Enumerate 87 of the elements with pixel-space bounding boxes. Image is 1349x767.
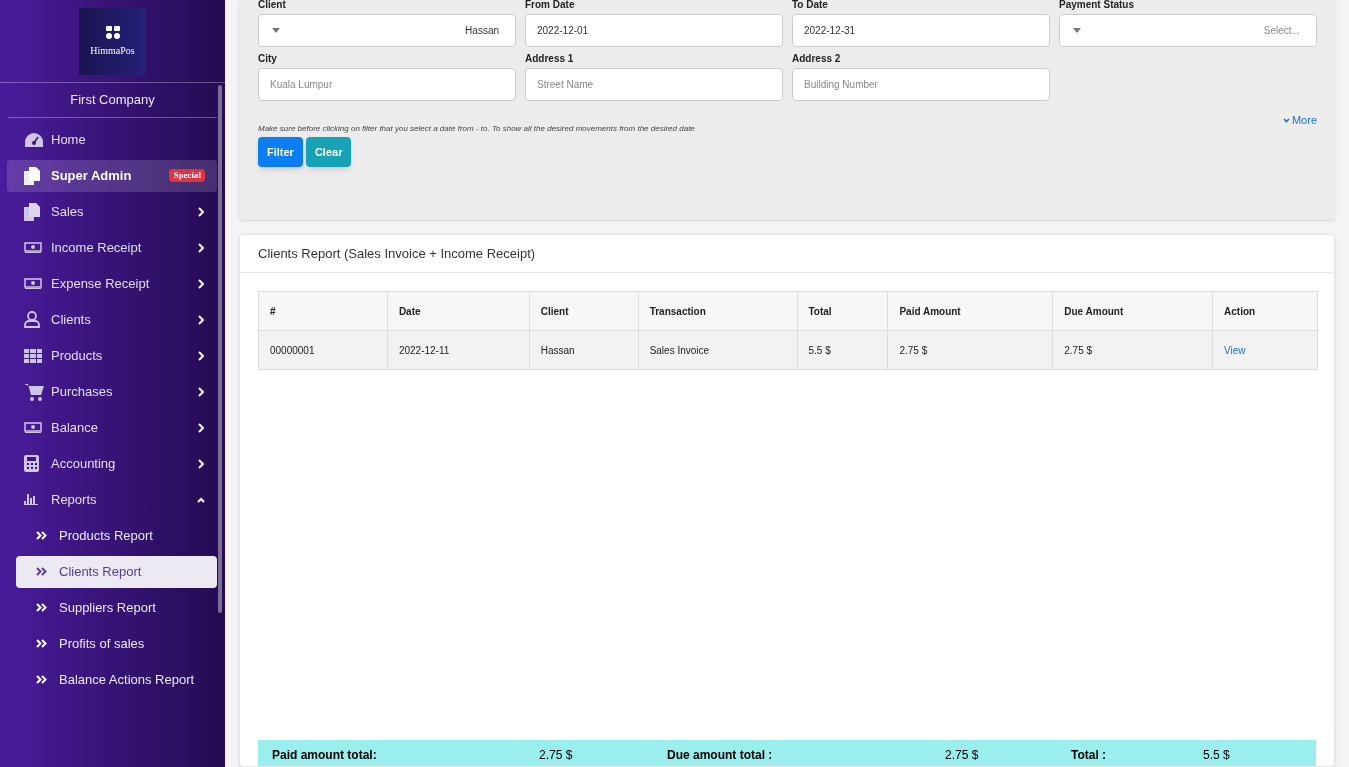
table-cell: 5.5 $ — [797, 330, 888, 370]
double-chevron-icon — [36, 603, 47, 612]
field-label: To Date — [792, 0, 829, 12]
dropdown-caret-icon — [1073, 28, 1081, 33]
field-label: From Date — [525, 0, 576, 12]
sidebar-item[interactable]: Sales — [7, 195, 217, 228]
field-label: Payment Status — [1059, 0, 1136, 12]
field-label: City — [258, 53, 278, 66]
input-field[interactable]: Kuala Lumpur — [258, 68, 516, 101]
select-field[interactable]: Hassan — [258, 14, 516, 47]
field-label: Address 2 — [792, 53, 842, 66]
chevron-down-icon — [1282, 117, 1290, 123]
user-icon — [24, 311, 40, 328]
banknote-icon — [24, 278, 42, 289]
chevron-right-icon — [197, 350, 205, 361]
input-field[interactable]: 2022-12-31 — [792, 14, 1050, 47]
chevron-right-icon — [197, 206, 205, 217]
submenu-item[interactable]: Clients Report — [16, 555, 217, 588]
sidebar-item[interactable]: Accounting — [7, 447, 217, 480]
table-cell: 2.75 $ — [887, 330, 1053, 370]
sidebar-item[interactable]: Purchases — [7, 375, 217, 408]
hint-text: Make sure before clicking on filter that you select a date from - to. To show all the desired movements from the desired date — [258, 123, 695, 135]
sidebar-item[interactable]: Expense Receipt — [7, 267, 217, 300]
filter-button[interactable]: Filter — [258, 137, 303, 167]
submenu-item[interactable]: Profits of sales — [16, 627, 217, 660]
submenu-item[interactable]: Balance Actions Report — [16, 663, 217, 696]
input-field[interactable]: Building Number — [792, 68, 1050, 101]
chevron-right-icon — [197, 278, 205, 289]
total-value: 2.75 $ — [539, 747, 574, 764]
special-badge: Special — [169, 168, 205, 183]
logo-text: HimmaPos — [90, 43, 135, 58]
column-header: Due Amount — [1052, 291, 1213, 331]
double-chevron-icon — [36, 567, 47, 576]
dropdown-caret-icon — [272, 28, 280, 33]
column-header: Total — [797, 291, 888, 331]
documents-icon — [24, 202, 40, 221]
sidebar-item[interactable]: Products — [7, 339, 217, 372]
sidebar-item[interactable]: Income Receipt — [7, 231, 217, 264]
field-label: Address 1 — [525, 53, 575, 66]
double-chevron-icon — [36, 531, 47, 540]
calculator-icon — [24, 455, 39, 472]
more-link[interactable]: More — [1282, 112, 1317, 129]
bar-chart-icon — [24, 494, 38, 505]
total-label: Total : — [1070, 747, 1108, 764]
banknote-icon — [24, 242, 42, 253]
input-field[interactable]: 2022-12-01 — [525, 14, 783, 47]
total-label: Paid amount total: — [271, 747, 378, 764]
gauge-icon — [24, 131, 44, 148]
chevron-right-icon — [197, 422, 205, 433]
table-cell: Sales Invoice — [638, 330, 797, 370]
sidebar-item[interactable]: Clients — [7, 303, 217, 336]
submenu-item[interactable]: Products Report — [16, 519, 217, 552]
view-link[interactable]: View — [1224, 344, 1246, 356]
column-header: # — [258, 291, 388, 331]
documents-icon — [24, 166, 40, 185]
chevron-right-icon — [197, 242, 205, 253]
table-cell: 2.75 $ — [1052, 330, 1213, 370]
column-header: Client — [529, 291, 639, 331]
column-header: Date — [387, 291, 530, 331]
chevron-right-icon — [197, 458, 205, 469]
banknote-icon — [24, 422, 42, 433]
sidebar-item[interactable]: Reports — [7, 483, 217, 516]
column-header: Action — [1212, 291, 1318, 331]
table-cell: 00000001 — [258, 330, 388, 370]
field-label: Client — [258, 0, 287, 12]
total-label: Due amount total : — [666, 747, 774, 764]
total-value: 5.5 $ — [1203, 747, 1231, 764]
submenu-item[interactable]: Suppliers Report — [16, 591, 217, 624]
chevron-right-icon — [197, 386, 205, 397]
column-header: Transaction — [638, 291, 797, 331]
report-title: Clients Report (Sales Invoice + Income Receipt) — [258, 244, 536, 263]
logo-icon — [105, 25, 120, 39]
cart-icon — [24, 382, 44, 401]
chevron-right-icon — [197, 314, 205, 325]
table-cell: 2022-12-11 — [387, 330, 530, 370]
input-field[interactable]: Street Name — [525, 68, 783, 101]
column-header: Paid Amount — [887, 291, 1053, 331]
total-value: 2.75 $ — [945, 747, 980, 764]
company-name: First Company — [70, 91, 155, 109]
double-chevron-icon — [36, 639, 47, 648]
double-chevron-icon — [36, 675, 47, 684]
sidebar-item[interactable]: Super Admin Special — [7, 159, 217, 192]
select-field[interactable]: Select... — [1059, 14, 1317, 47]
sidebar-item[interactable]: Home — [7, 123, 217, 156]
sidebar-item[interactable]: Balance — [7, 411, 217, 444]
table-cell: Hassan — [529, 330, 639, 370]
grid-icon — [24, 348, 42, 363]
